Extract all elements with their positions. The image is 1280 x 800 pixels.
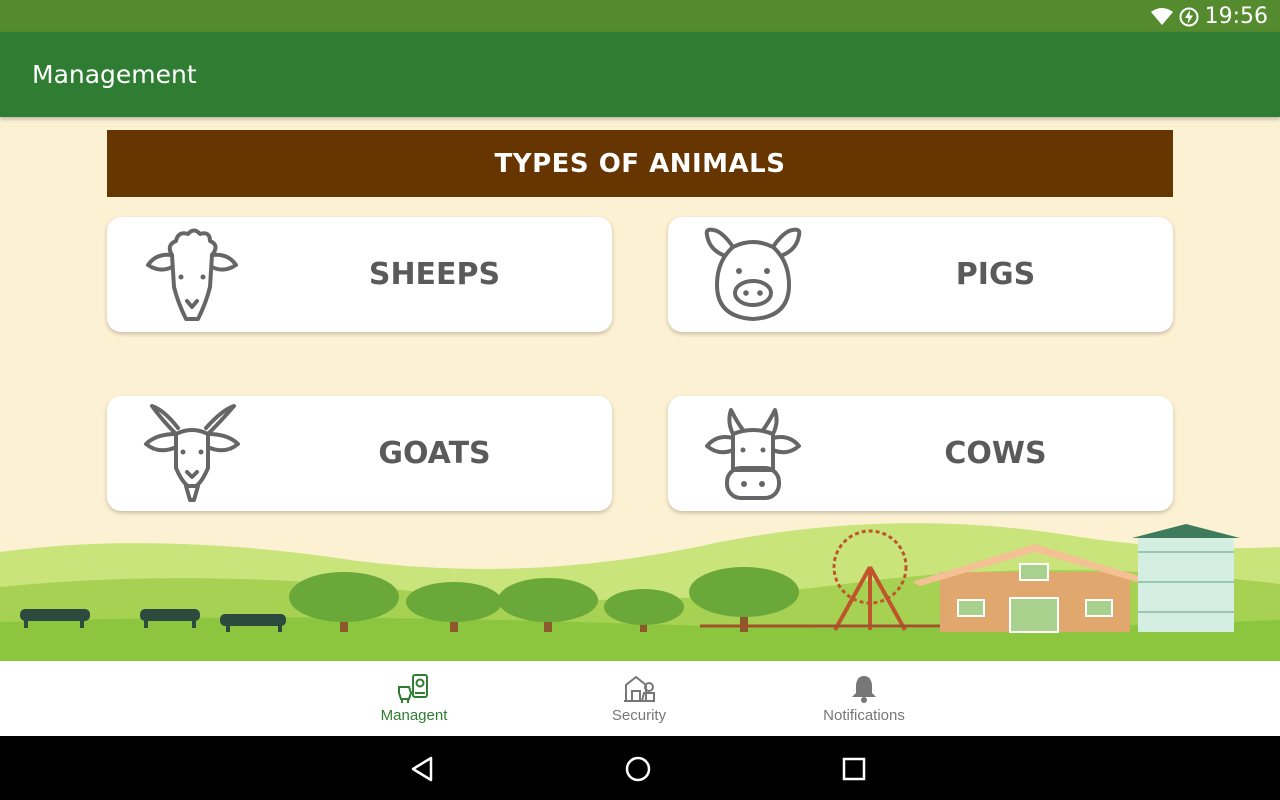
nav-label-security: Security (611, 707, 667, 724)
nav-item-security[interactable]: Security (569, 661, 709, 736)
card-goats[interactable]: GOATS (107, 396, 612, 511)
nav-label-management: Managent (380, 707, 448, 724)
recents-icon[interactable] (837, 752, 871, 786)
nav-item-management[interactable]: Managent (344, 661, 484, 736)
status-bar: 19:56 (0, 0, 1280, 32)
security-farm-icon (624, 675, 655, 702)
cow-icon (705, 408, 801, 500)
pig-icon (704, 227, 802, 321)
goat-icon (144, 404, 240, 502)
back-icon[interactable] (405, 752, 439, 786)
nav-item-notifications[interactable]: Notifications (794, 661, 934, 736)
card-label-sheeps: SHEEPS (368, 257, 501, 292)
card-label-pigs: PIGS (955, 257, 1036, 292)
status-time: 19:56 (1204, 4, 1268, 29)
bell-icon (852, 676, 876, 703)
wifi-icon (1150, 7, 1173, 25)
card-label-cows: COWS (944, 436, 1047, 471)
page-title: Management (32, 60, 197, 89)
main-content: TYPES OF ANIMALS SHEEPS PIGS GOATS COWS (0, 117, 1280, 661)
status-icons: 19:56 (1150, 4, 1268, 29)
system-navigation-bar (0, 736, 1280, 800)
card-pigs[interactable]: PIGS (668, 217, 1173, 332)
card-cows[interactable]: COWS (668, 396, 1173, 511)
battery-charging-icon (1179, 7, 1199, 26)
sheep-icon (146, 228, 238, 321)
farm-management-icon (398, 674, 428, 703)
bottom-navigation: Managent Security Notifications (0, 661, 1280, 736)
app-bar: Management (0, 32, 1280, 117)
nav-label-notifications: Notifications (823, 707, 905, 724)
card-label-goats: GOATS (378, 436, 491, 471)
section-title: TYPES OF ANIMALS (494, 148, 786, 179)
home-icon[interactable] (621, 752, 655, 786)
section-header: TYPES OF ANIMALS (107, 130, 1173, 197)
card-sheeps[interactable]: SHEEPS (107, 217, 612, 332)
farm-landscape-illustration (0, 523, 1280, 661)
